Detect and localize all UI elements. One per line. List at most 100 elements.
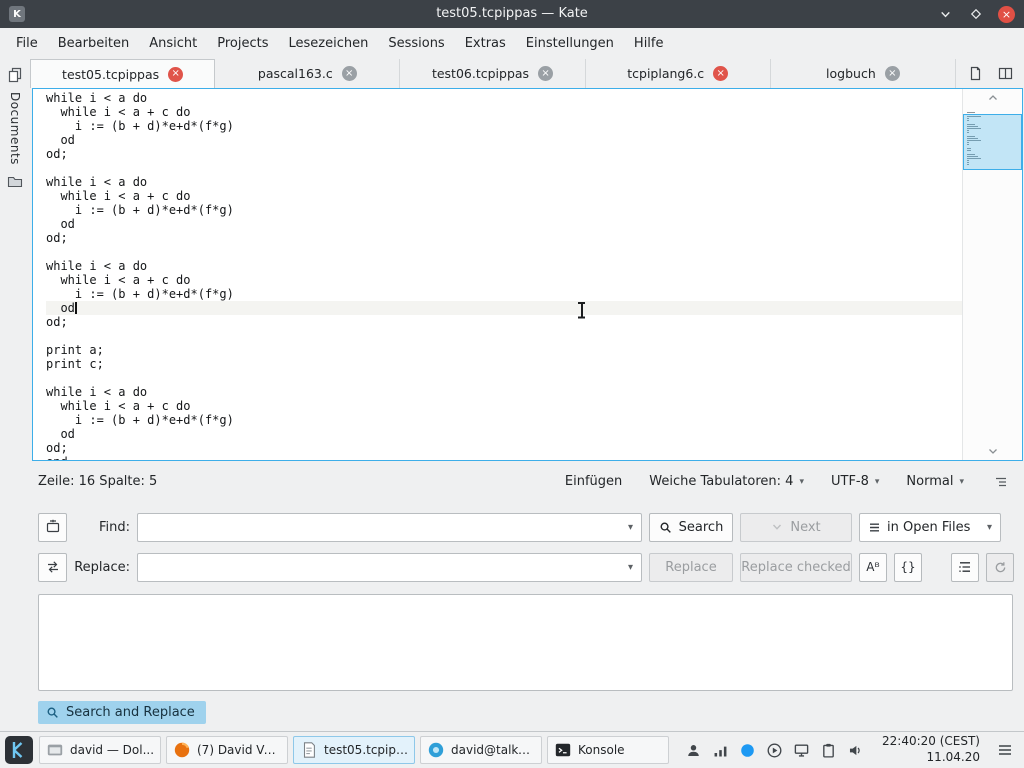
code-line-11[interactable]: od; [46,231,962,245]
menu-item-lesezeichen[interactable]: Lesezeichen [278,31,378,56]
code-line-13[interactable]: while i < a do [46,259,962,273]
scroll-down-icon[interactable] [963,442,1022,460]
split-view-icon[interactable] [994,63,1016,85]
new-search-tab-button[interactable] [38,513,67,542]
minimize-icon[interactable] [936,5,954,23]
regex-button[interactable]: {} [894,553,922,582]
tray-user-icon[interactable] [684,741,703,760]
code-line-6[interactable] [46,161,962,175]
code-line-12[interactable] [46,245,962,259]
search-button[interactable]: Search [649,513,733,542]
tray-display-icon[interactable] [792,741,811,760]
close-icon[interactable]: × [998,6,1015,23]
tab-mode-select[interactable]: Weiche Tabulatoren: 4▾ [649,474,804,489]
highlighting-select[interactable]: Normal▾ [906,474,964,489]
tab-test06-tcpippas[interactable]: test06.tcpippas× [400,59,585,88]
tab-close-icon[interactable]: × [538,66,553,81]
scrollbar-minimap[interactable] [963,107,1022,442]
statusbar-menu-icon[interactable] [991,472,1011,492]
match-case-button[interactable]: Aᴮ [859,553,887,582]
code-line-17[interactable]: od; [46,315,962,329]
code-line-4[interactable]: od [46,133,962,147]
menu-item-sessions[interactable]: Sessions [378,31,454,56]
tab-close-icon[interactable]: × [885,66,900,81]
find-input[interactable]: ▾ [137,513,642,542]
tray-volume-icon[interactable] [846,741,865,760]
scroll-up-icon[interactable] [963,89,1022,107]
tab-logbuch[interactable]: logbuch× [771,59,956,88]
refresh-button[interactable] [986,553,1014,582]
task-button-david-talko[interactable]: david@talko... [420,736,542,764]
next-button[interactable]: Next [740,513,852,542]
tab-pascal163-c[interactable]: pascal163.c× [215,59,400,88]
code-line-3[interactable]: i := (b + d)*e+d*(f*g) [46,119,962,133]
cursor-position[interactable]: Zeile: 16 Spalte: 5 [38,474,157,489]
panel-settings-icon[interactable] [995,739,1016,761]
chevron-down-icon: ▾ [628,562,633,573]
code-line-10[interactable]: od [46,217,962,231]
code-line-5[interactable]: od; [46,147,962,161]
swap-search-replace-button[interactable] [38,553,67,582]
code-line-25[interactable]: od [46,427,962,441]
code-line-24[interactable]: i := (b + d)*e+d*(f*g) [46,413,962,427]
code-line-7[interactable]: while i < a do [46,175,962,189]
tab-close-icon[interactable]: × [342,66,357,81]
task-button-david-dol[interactable]: david — Dol... [39,736,161,764]
replace-input[interactable]: ▾ [137,553,642,582]
menu-item-projects[interactable]: Projects [207,31,278,56]
task-button-7-david-vaj[interactable]: (7) David Vaj... [166,736,288,764]
app-icon[interactable]: K [9,6,25,22]
task-button-test05-tcpipp[interactable]: test05.tcpipp... [293,736,415,764]
code-line-14[interactable]: while i < a + c do [46,273,962,287]
code-line-18[interactable] [46,329,962,343]
app-launcher-icon[interactable] [4,735,34,765]
menu-item-einstellungen[interactable]: Einstellungen [516,31,624,56]
replace-checked-button[interactable]: Replace checked [740,553,852,582]
code-line-27[interactable]: end. [46,455,962,460]
new-document-icon[interactable] [964,63,986,85]
menu-item-ansicht[interactable]: Ansicht [139,31,207,56]
code-line-9[interactable]: i := (b + d)*e+d*(f*g) [46,203,962,217]
task-button-konsole[interactable]: Konsole [547,736,669,764]
encoding-select[interactable]: UTF-8▾ [831,474,879,489]
replace-button[interactable]: Replace [649,553,733,582]
code-line-16[interactable]: od [46,301,962,315]
tray-network-icon[interactable] [711,741,730,760]
code-line-1[interactable]: while i < a do [46,91,962,105]
tray-bluedot-icon[interactable] [738,741,757,760]
tab-close-icon[interactable]: × [168,67,183,82]
search-scope-select[interactable]: in Open Files ▾ [859,513,1001,542]
editor-text-area[interactable]: while i < a do while i < a + c do i := (… [33,89,962,460]
input-mode[interactable]: Einfügen [565,474,622,489]
code-line-15[interactable]: i := (b + d)*e+d*(f*g) [46,287,962,301]
code-line-8[interactable]: while i < a + c do [46,189,962,203]
minimap-view-rect[interactable] [963,114,1022,170]
code-line-2[interactable]: while i < a + c do [46,105,962,119]
documents-icon[interactable] [6,66,24,84]
search-results-area[interactable] [38,594,1013,691]
code-line-22[interactable]: while i < a do [46,385,962,399]
toolview-tab-search-replace[interactable]: Search and Replace [38,701,206,724]
clock[interactable]: 22:40:20 (CEST) 11.04.20 [882,734,980,765]
code-line-19[interactable]: print a; [46,343,962,357]
code-line-23[interactable]: while i < a + c do [46,399,962,413]
editor-scrollbar[interactable] [962,89,1022,460]
tab-close-icon[interactable]: × [713,66,728,81]
folder-icon[interactable] [6,173,24,191]
code-line-26[interactable]: od; [46,441,962,455]
menu-item-hilfe[interactable]: Hilfe [624,31,674,56]
tab-tcpiplang6-c[interactable]: tcpiplang6.c× [586,59,771,88]
menu-item-extras[interactable]: Extras [455,31,516,56]
tray-media-play-icon[interactable] [765,741,784,760]
menu-item-bearbeiten[interactable]: Bearbeiten [48,31,139,56]
tab-test05-tcpippas[interactable]: test05.tcpippas× [30,59,215,88]
menubar: FileBearbeitenAnsichtProjectsLesezeichen… [0,28,1024,59]
code-line-21[interactable] [46,371,962,385]
tray-clipboard-icon[interactable] [819,741,838,760]
sidebar-item-documents[interactable]: Documents [8,92,22,165]
expand-results-button[interactable] [951,553,979,582]
maximize-icon[interactable] [967,5,985,23]
task-label: david — Dol... [70,743,154,757]
code-line-20[interactable]: print c; [46,357,962,371]
menu-item-file[interactable]: File [6,31,48,56]
